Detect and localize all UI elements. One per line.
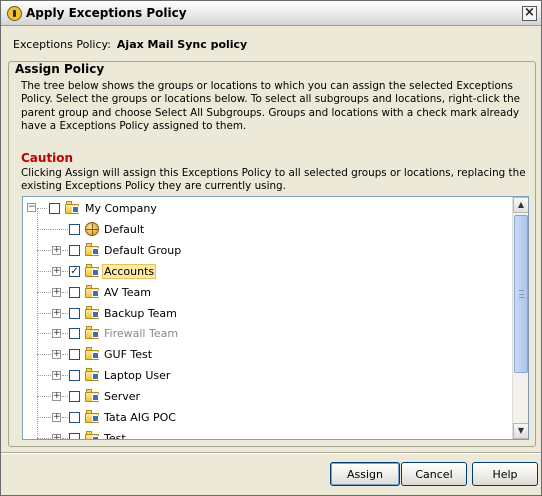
tree-scrollbar[interactable]: ▲ ▼ [512, 197, 528, 439]
grip-icon [519, 290, 524, 298]
tree-expander[interactable]: − [27, 203, 36, 212]
tree-node-guf-test[interactable]: GUF Test [102, 347, 154, 362]
tree-connector [37, 333, 51, 335]
tree-node-default[interactable]: Default [102, 222, 146, 237]
group-tree-content: − My Company Default + Default Group + ✓ Acco… [23, 197, 513, 439]
tree-node-default-group[interactable]: Default Group [102, 243, 183, 258]
tree-node-laptop-user[interactable]: Laptop User [102, 368, 172, 383]
tree-connector [37, 270, 51, 272]
checkbox-accounts[interactable]: ✓ [69, 265, 80, 277]
group-folder-icon [85, 430, 101, 439]
caution-title: Caution [21, 151, 74, 165]
scroll-down-button[interactable]: ▼ [513, 423, 528, 439]
tree-connector [37, 208, 47, 209]
group-folder-icon [85, 242, 101, 256]
tree-connector [62, 249, 68, 251]
group-folder-icon [85, 347, 101, 361]
checkbox-default[interactable] [69, 223, 80, 235]
tree-expander[interactable]: + [52, 266, 61, 276]
tree-connector [37, 291, 51, 293]
tree-expander[interactable]: + [52, 413, 61, 422]
cancel-button[interactable]: Cancel [401, 462, 467, 486]
assign-policy-description: The tree below shows the groups or locat… [21, 80, 521, 133]
footer-separator [1, 452, 541, 454]
tree-expander[interactable]: + [52, 245, 61, 255]
tree-connector [62, 312, 68, 314]
tree-connector [62, 417, 68, 418]
group-folder-icon [85, 368, 101, 382]
tree-connector [62, 437, 68, 439]
tree-connector [37, 228, 51, 230]
tree-node-av-team[interactable]: AV Team [102, 285, 153, 300]
group-folder-icon [85, 326, 101, 340]
tree-connector [37, 417, 51, 418]
shield-icon [7, 6, 22, 21]
group-folder-icon [85, 305, 101, 319]
tree-expander[interactable]: + [52, 287, 61, 297]
tree-connector [62, 270, 68, 272]
assign-policy-title: Assign Policy [13, 62, 107, 76]
tree-expander[interactable]: + [52, 329, 61, 339]
apply-exceptions-policy-dialog: Apply Exceptions Policy × Exceptions Pol… [0, 0, 542, 496]
title-bar[interactable]: Apply Exceptions Policy × [1, 1, 541, 26]
group-folder-icon [85, 410, 101, 423]
group-folder-icon [85, 263, 101, 277]
tree-node-my-company[interactable]: My Company [83, 201, 159, 216]
group-folder-icon [85, 389, 101, 403]
tree-expander[interactable]: + [52, 392, 61, 402]
tree-node-tata-aig-poc[interactable]: Tata AIG POC [102, 410, 178, 425]
tree-connector [62, 354, 68, 356]
group-tree[interactable]: − My Company Default + Default Group + ✓ Acco… [22, 196, 529, 440]
window-title: Apply Exceptions Policy [26, 6, 187, 20]
root-checkbox[interactable] [49, 203, 60, 214]
tree-expander[interactable]: + [52, 433, 61, 439]
tree-node-firewall-team[interactable]: Firewall Team [102, 326, 180, 341]
checkbox-laptop-user[interactable] [69, 370, 80, 382]
checkbox-guf-test[interactable] [69, 349, 80, 361]
tree-connector [62, 375, 68, 377]
help-button[interactable]: Help [472, 462, 538, 486]
scroll-up-button[interactable]: ▲ [513, 197, 528, 213]
tree-connector [51, 228, 68, 230]
tree-connector [37, 437, 51, 439]
checkbox-default-group[interactable] [69, 244, 80, 256]
tree-connector [37, 375, 51, 377]
tree-connector [62, 396, 68, 398]
tree-expander[interactable]: + [52, 308, 61, 318]
tree-connector [37, 249, 51, 251]
assign-button[interactable]: Assign [330, 462, 400, 486]
tree-connector [62, 333, 68, 335]
checkbox-firewall-team[interactable] [69, 328, 80, 340]
tree-node-accounts[interactable]: Accounts [102, 263, 157, 279]
policy-label: Exceptions Policy: [13, 38, 111, 51]
tree-node-backup-team[interactable]: Backup Team [102, 306, 179, 321]
tree-connector [37, 312, 51, 314]
tree-node-server[interactable]: Server [102, 389, 142, 404]
checkbox-server[interactable] [69, 391, 80, 403]
checkbox-backup-team[interactable] [69, 307, 80, 319]
policy-row: Exceptions Policy: Ajax Mail Sync policy [13, 38, 247, 51]
tree-connector [37, 208, 38, 439]
tree-expander[interactable]: + [52, 371, 61, 381]
checkbox-tata-aig-poc[interactable] [69, 412, 80, 423]
checkbox-test[interactable] [69, 432, 80, 439]
checkbox-av-team[interactable] [69, 286, 80, 298]
tree-connector [62, 291, 68, 293]
policy-value: Ajax Mail Sync policy [116, 38, 248, 51]
folder-icon [65, 201, 81, 214]
tree-connector [37, 354, 51, 356]
tree-connector [37, 396, 51, 398]
tree-node-test[interactable]: Test [102, 431, 128, 439]
close-button[interactable]: × [522, 6, 537, 21]
group-folder-icon [85, 284, 101, 298]
location-globe-icon [85, 221, 99, 236]
caution-text: Clicking Assign will assign this Excepti… [21, 167, 526, 193]
tree-expander[interactable]: + [52, 350, 61, 360]
scroll-thumb[interactable] [514, 215, 528, 373]
